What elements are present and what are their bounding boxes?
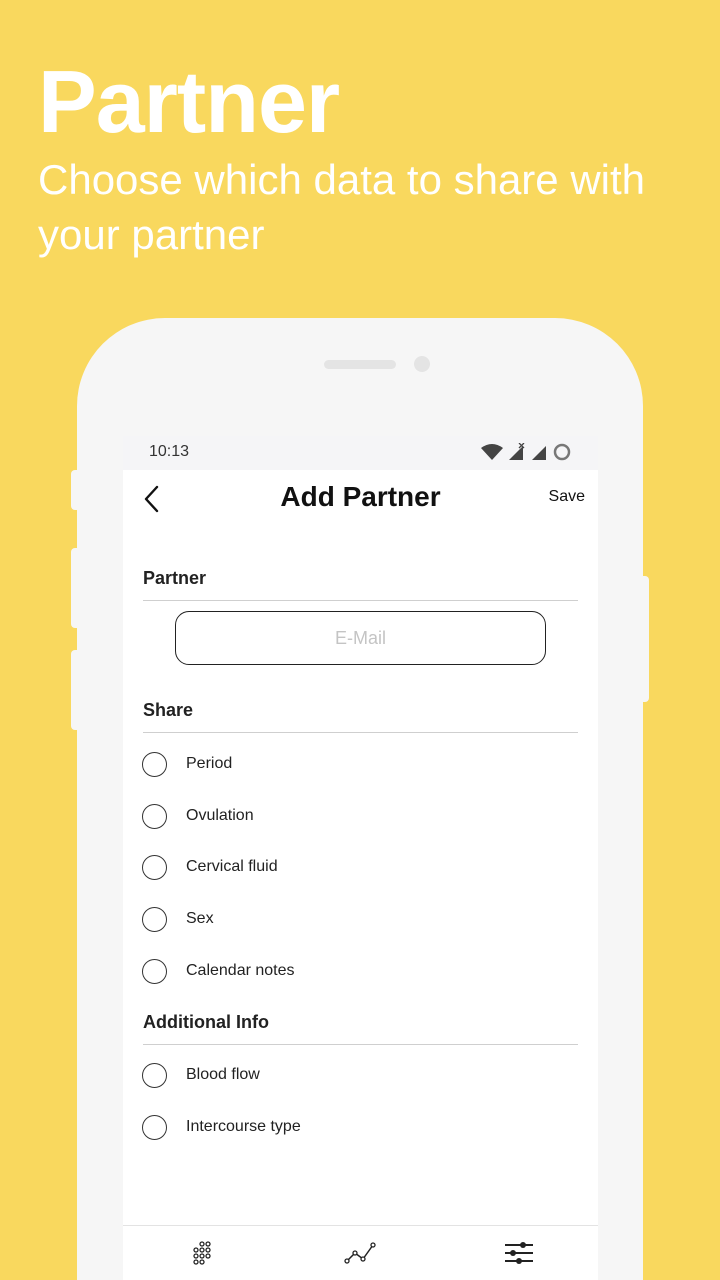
radio-button[interactable]: [142, 958, 167, 984]
calendar-dots-icon[interactable]: [189, 1240, 215, 1266]
divider: [143, 732, 578, 733]
signal-icon: [532, 446, 546, 460]
chart-line-icon[interactable]: [344, 1240, 376, 1266]
share-option-period[interactable]: Period: [142, 750, 572, 778]
promo-title: Partner: [38, 52, 340, 151]
settings-sliders-icon[interactable]: [504, 1240, 534, 1266]
section-label-share: Share: [143, 700, 194, 720]
additional-option-intercourse-type[interactable]: Intercourse type: [142, 1113, 572, 1141]
page-title: Add Partner: [280, 481, 441, 512]
battery-icon: [553, 443, 571, 461]
wifi-icon: [481, 444, 503, 460]
radio-button[interactable]: [142, 803, 167, 829]
tab-bar: [123, 1225, 598, 1280]
section-label-additional-info: Additional Info: [143, 1012, 269, 1032]
app-header: Add Partner Save: [123, 470, 598, 530]
save-button[interactable]: Save: [549, 488, 585, 506]
share-option-ovulation[interactable]: Ovulation: [142, 802, 572, 830]
option-label: Sex: [186, 910, 214, 927]
status-time: 10:13: [149, 443, 190, 460]
promo-subtitle: Choose which data to share with your par…: [38, 156, 646, 258]
additional-option-blood-flow[interactable]: Blood flow: [142, 1061, 572, 1089]
divider: [143, 600, 578, 601]
email-field[interactable]: [175, 611, 546, 665]
divider: [143, 1044, 578, 1045]
section-label-partner: Partner: [143, 568, 207, 588]
radio-button[interactable]: [142, 1114, 167, 1140]
share-option-cervical-fluid[interactable]: Cervical fluid: [142, 853, 572, 881]
radio-button[interactable]: [142, 751, 167, 777]
radio-button[interactable]: [142, 1062, 167, 1088]
radio-button[interactable]: [142, 854, 167, 880]
status-icons: [480, 442, 572, 462]
radio-button[interactable]: [142, 906, 167, 932]
option-label: Cervical fluid: [186, 858, 278, 875]
status-bar: 10:13: [123, 436, 598, 470]
phone-speaker: [324, 360, 396, 369]
option-label: Calendar notes: [186, 962, 295, 979]
option-label: Period: [186, 755, 233, 772]
share-option-calendar-notes[interactable]: Calendar notes: [142, 957, 572, 985]
option-label: Intercourse type: [186, 1118, 301, 1135]
phone-screen: 10:13 Add Partner Save Partner Share: [123, 436, 598, 1280]
option-label: Blood flow: [186, 1066, 260, 1083]
option-label: Ovulation: [186, 807, 254, 824]
signal-no-data-icon: [509, 443, 525, 460]
phone-camera: [414, 356, 430, 372]
share-option-sex[interactable]: Sex: [142, 905, 572, 933]
